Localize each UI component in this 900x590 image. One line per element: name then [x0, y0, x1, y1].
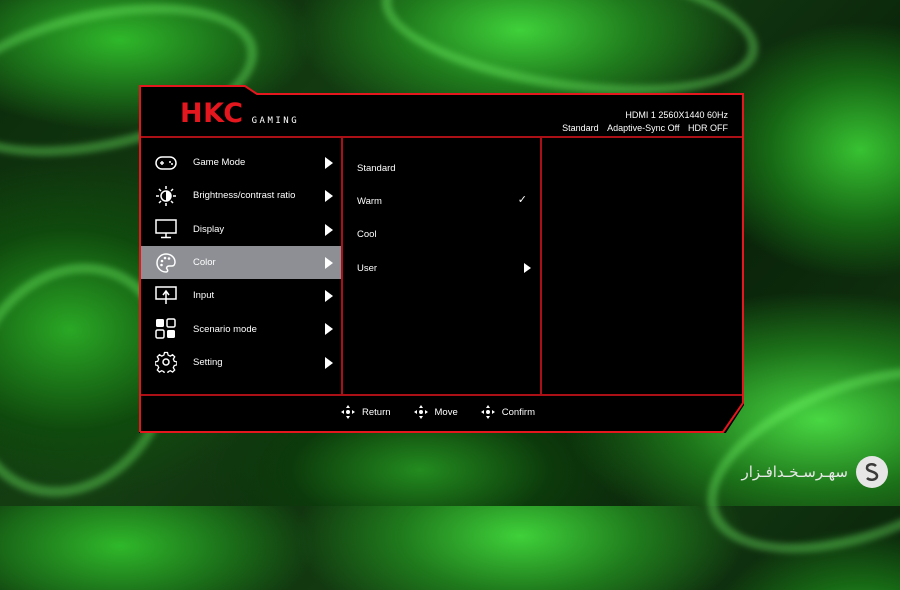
chevron-right-icon [325, 356, 333, 369]
submenu-item-label: Standard [357, 163, 396, 175]
palette-icon [155, 252, 177, 274]
menu-item-label: Scenario mode [193, 323, 257, 335]
menu-item-label: Brightness/contrast ratio [193, 190, 296, 202]
menu-item-label: Setting [193, 356, 223, 368]
signal-info: HDMI 1 2560X1440 60Hz [556, 109, 728, 122]
submenu-item-warm[interactable]: Warm ✓ [343, 185, 539, 218]
adaptive-sync-status: Adaptive-Sync Off [607, 123, 680, 133]
confirm-label: Confirm [501, 406, 536, 418]
confirm-hint: Confirm [480, 404, 535, 420]
menu-item-label: Display [193, 223, 225, 235]
joystick-left-icon [341, 405, 355, 419]
watermark: سهـرسـخـدافـزار [741, 456, 888, 488]
submenu-item-cool[interactable]: Cool [343, 218, 539, 251]
input-icon [155, 285, 177, 307]
hdr-status: HDR OFF [688, 123, 728, 133]
input-source: HDMI 1 [625, 110, 656, 120]
chevron-right-icon [325, 256, 333, 269]
submenu-item-label: User [357, 262, 378, 274]
menu-item-input[interactable]: Input [141, 279, 341, 312]
chevron-right-icon [325, 323, 333, 336]
chevron-right-icon [325, 223, 333, 236]
submenu-item-standard[interactable]: Standard [343, 152, 539, 185]
hkc-logo: HKC [180, 98, 244, 129]
menu-item-label: Color [193, 257, 216, 269]
joystick-updown-icon [413, 405, 428, 419]
gaming-label: GAMING [251, 116, 300, 126]
menu-item-display[interactable]: Display [141, 213, 341, 246]
monitor-icon [155, 218, 177, 240]
move-label: Move [434, 406, 458, 418]
menu-item-label: Game Mode [193, 157, 246, 169]
menu-item-brightness[interactable]: Brightness/contrast ratio [141, 179, 341, 212]
brand: HKC GAMING [180, 98, 299, 129]
gamepad-icon [155, 152, 177, 174]
gear-icon [155, 351, 177, 374]
chevron-right-icon [325, 290, 333, 303]
menu-item-scenario-mode[interactable]: Scenario mode [141, 312, 341, 345]
brightness-icon [155, 185, 177, 207]
refresh-rate: 60Hz [706, 110, 728, 120]
menu-item-game-mode[interactable]: Game Mode [141, 146, 341, 179]
checkmark-icon: ✓ [517, 194, 527, 207]
watermark-text: سهـرسـخـدافـزار [741, 463, 849, 481]
main-menu: Game Mode Brightness/contrast ratio Disp… [141, 146, 341, 379]
move-hint: Move [413, 404, 458, 420]
chevron-right-icon [325, 157, 333, 169]
menu-item-label: Input [193, 290, 215, 302]
resolution: 2560X1440 [658, 110, 705, 120]
submenu-item-label: Warm [357, 196, 382, 208]
preset-mode: Standard [562, 123, 599, 133]
color-submenu: Standard Warm ✓ Cool User [343, 152, 539, 285]
menu-item-setting[interactable]: Setting [141, 346, 341, 379]
footer-hints: Return Move Confirm [340, 404, 557, 420]
scenario-icon [155, 318, 177, 340]
watermark-logo-icon [856, 456, 888, 488]
chevron-right-icon [325, 190, 333, 203]
return-hint: Return [340, 404, 391, 420]
chevron-right-icon [524, 262, 531, 273]
return-label: Return [362, 406, 391, 418]
submenu-item-user[interactable]: User [343, 252, 539, 285]
submenu-item-label: Cool [357, 229, 377, 241]
status-info: HDMI 1 2560X1440 60Hz Standard Adaptive-… [556, 109, 728, 135]
menu-item-color[interactable]: Color [141, 245, 341, 280]
joystick-press-icon [480, 405, 495, 419]
mode-info: Standard Adaptive-Sync Off HDR OFF [556, 122, 728, 135]
